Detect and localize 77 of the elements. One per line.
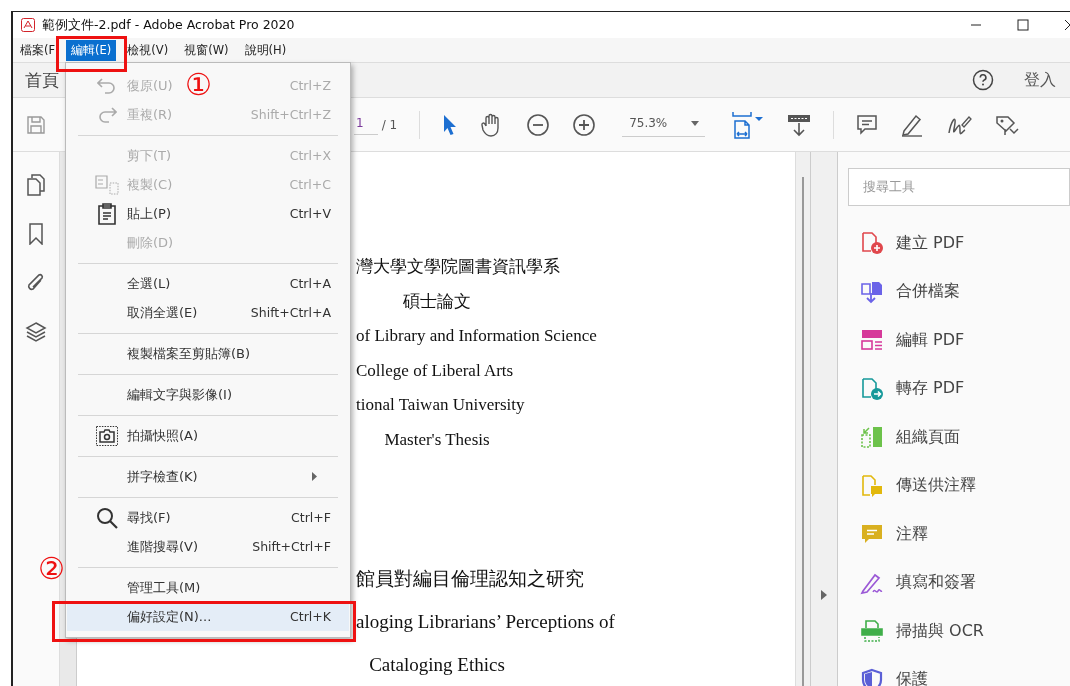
- document-text: tional Taiwan University: [356, 394, 525, 416]
- search-icon: [96, 506, 118, 529]
- copy-icon: [95, 174, 119, 195]
- pages-icon[interactable]: [26, 174, 46, 196]
- shortcut-text: Shift+Ctrl+A: [250, 305, 331, 320]
- menu-bar-item[interactable]: 視窗(W): [179, 39, 234, 61]
- menu-item[interactable]: 進階搜尋(V) Shift+Ctrl+F: [67, 532, 349, 561]
- tool-item[interactable]: 轉存 PDF: [848, 364, 1070, 413]
- document-text: Master's Thesis: [383, 428, 491, 451]
- document-text: of Library and Information Science: [356, 325, 597, 347]
- shortcut-text: Shift+Ctrl+Z: [250, 107, 331, 122]
- redo-icon: [97, 106, 117, 123]
- shortcut-text: Ctrl+A: [289, 276, 331, 291]
- document-text: 館員對編目倫理認知之研究: [356, 567, 584, 591]
- comment-icon[interactable]: [856, 113, 879, 136]
- maximize-icon[interactable]: [1017, 19, 1029, 31]
- step-number: ①: [185, 68, 212, 102]
- tool-item[interactable]: 合併檔案: [848, 267, 1070, 316]
- tool-item[interactable]: 建立 PDF: [848, 219, 1070, 268]
- tool-item[interactable]: 組織頁面: [848, 413, 1070, 462]
- expand-arrow-icon[interactable]: [821, 590, 827, 600]
- page-number-field[interactable]: 1: [354, 114, 378, 135]
- zoom-in-icon[interactable]: [572, 112, 597, 137]
- document-text: aloging Librarians’ Perceptions of: [356, 610, 615, 634]
- fit-page-icon[interactable]: [731, 110, 766, 139]
- menu-item[interactable]: 拍攝快照(A): [67, 421, 349, 450]
- undo-icon: [97, 77, 117, 94]
- menu-bar-item[interactable]: 檢視(V): [122, 39, 174, 61]
- menu-bar-item[interactable]: 說明(H): [239, 39, 292, 61]
- document-text: 灣大學文學院圖書資訊學系: [356, 256, 560, 278]
- menu-bar-item[interactable]: 檔案(F: [15, 39, 61, 61]
- shortcut-text: Ctrl+F: [291, 510, 331, 525]
- shortcut-text: Ctrl+X: [289, 148, 331, 163]
- clipboard-icon: [97, 202, 117, 225]
- sign-in-link[interactable]: 登入: [1024, 69, 1056, 91]
- menu-item[interactable]: 複製檔案至剪貼簿(B): [67, 339, 349, 368]
- window-title: 範例文件-2.pdf - Adobe Acrobat Pro 2020: [42, 16, 295, 34]
- menu-item[interactable]: 全選(L) Ctrl+A: [67, 269, 349, 298]
- page-total: / 1: [381, 117, 398, 132]
- menu-item[interactable]: 管理工具(M): [67, 573, 349, 602]
- bookmark-icon[interactable]: [28, 223, 44, 245]
- document-text: College of Liberal Arts: [356, 359, 514, 382]
- shortcut-text: Ctrl+V: [289, 206, 331, 221]
- caret-icon: [691, 120, 700, 126]
- tool-item[interactable]: 保護: [848, 655, 1070, 686]
- zoom-out-icon[interactable]: [526, 112, 551, 137]
- tool-item[interactable]: 掃描與 OCR: [848, 607, 1070, 656]
- zoom-dropdown[interactable]: 75.3%: [622, 112, 706, 137]
- menu-item[interactable]: 拼字檢查(K): [67, 462, 349, 491]
- menu-item[interactable]: 取消全選(E) Shift+Ctrl+A: [67, 298, 349, 327]
- shortcut-text: Ctrl+Z: [289, 78, 331, 93]
- menu-item[interactable]: 編輯文字與影像(I): [67, 380, 349, 409]
- step-number: ②: [38, 552, 65, 586]
- highlight-frame: [56, 36, 127, 72]
- scroll-mode-icon[interactable]: [787, 112, 812, 137]
- menu-item[interactable]: 貼上(P) Ctrl+V: [67, 199, 349, 228]
- shortcut-text: Ctrl+K: [290, 609, 331, 624]
- document-text: Cataloging Ethics: [368, 653, 506, 677]
- menu-bar-item[interactable]: 編輯(E): [66, 39, 117, 61]
- tool-item[interactable]: 填寫和簽署: [848, 558, 1070, 607]
- submenu-arrow-icon: [312, 472, 317, 481]
- help-icon[interactable]: [972, 69, 994, 91]
- shortcut-text: Shift+Ctrl+F: [252, 539, 331, 554]
- select-arrow-icon[interactable]: [442, 113, 459, 136]
- pdf-file-icon: [21, 18, 35, 32]
- layers-icon[interactable]: [25, 321, 47, 343]
- tool-item[interactable]: 注釋: [848, 510, 1070, 559]
- scrollbar[interactable]: [795, 152, 810, 686]
- shortcut-text: Ctrl+C: [289, 177, 331, 192]
- tool-item[interactable]: 編輯 PDF: [848, 316, 1070, 365]
- document-text: 碩士論文: [402, 290, 472, 313]
- tool-item[interactable]: 傳送供注釋: [848, 461, 1070, 510]
- menu-item[interactable]: 偏好設定(N)... Ctrl+K: [67, 602, 349, 631]
- camera-icon: [96, 425, 118, 446]
- home-tab[interactable]: 首頁: [25, 68, 59, 92]
- pen-icon[interactable]: [900, 112, 925, 137]
- menu-item[interactable]: 尋找(F) Ctrl+F: [67, 503, 349, 532]
